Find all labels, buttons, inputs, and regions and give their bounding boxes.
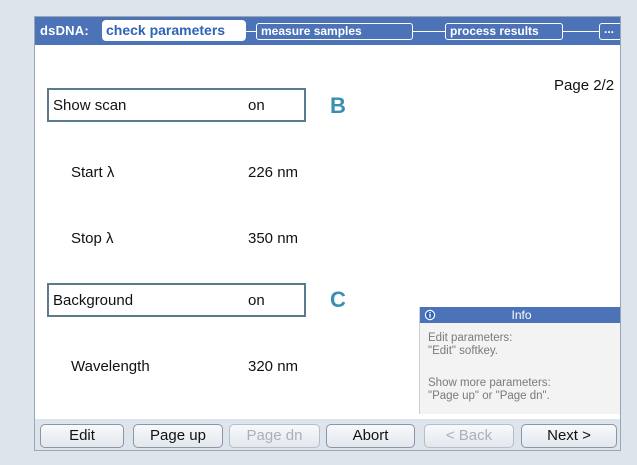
edit-button[interactable]: Edit bbox=[40, 424, 124, 448]
page-up-button[interactable]: Page up bbox=[133, 424, 223, 448]
param-value: 226 nm bbox=[248, 164, 299, 181]
page-indicator: Page 2/2 bbox=[554, 77, 615, 94]
param-label: Stop λ bbox=[71, 230, 114, 247]
tab-connector bbox=[563, 31, 599, 32]
callout-marker-c: C bbox=[330, 287, 346, 312]
param-label: Wavelength bbox=[71, 358, 150, 375]
app-label: dsDNA: bbox=[40, 23, 89, 38]
callout-marker-b: B bbox=[330, 93, 346, 118]
back-button[interactable]: < Back bbox=[424, 424, 514, 448]
param-value: on bbox=[248, 292, 265, 309]
info-panel-header: Info bbox=[420, 307, 620, 323]
param-value: 320 nm bbox=[248, 358, 299, 375]
param-value: 350 nm bbox=[248, 230, 299, 247]
next-button[interactable]: Next > bbox=[521, 424, 617, 448]
info-panel-title: Info bbox=[511, 308, 532, 322]
info-text-line: "Page up" or "Page dn". bbox=[428, 390, 550, 402]
tab-check-parameters[interactable]: check parameters bbox=[102, 20, 246, 41]
tab-connector bbox=[246, 31, 256, 32]
tab-connector bbox=[413, 31, 445, 32]
param-label: Show scan bbox=[53, 97, 127, 114]
param-label: Start λ bbox=[71, 164, 115, 181]
param-label: Background bbox=[53, 292, 134, 309]
info-text-line: "Edit" softkey. bbox=[428, 345, 498, 357]
page-dn-button[interactable]: Page dn bbox=[229, 424, 320, 448]
workflow-header: dsDNA: check parameters measure samples … bbox=[35, 17, 620, 45]
info-text-line: Edit parameters: bbox=[428, 332, 513, 344]
abort-button[interactable]: Abort bbox=[326, 424, 415, 448]
instrument-screen: dsDNA: check parameters measure samples … bbox=[34, 16, 621, 451]
info-panel: Info Edit parameters: "Edit" softkey. Sh… bbox=[419, 307, 620, 414]
info-text-line: Show more parameters: bbox=[428, 377, 551, 389]
softkey-bar: Edit Page up Page dn Abort < Back Next > bbox=[35, 419, 620, 450]
param-value: on bbox=[248, 97, 265, 114]
tab-process-results[interactable]: process results bbox=[445, 23, 563, 40]
tab-more[interactable]: ... bbox=[599, 23, 620, 40]
tab-measure-samples[interactable]: measure samples bbox=[256, 23, 413, 40]
